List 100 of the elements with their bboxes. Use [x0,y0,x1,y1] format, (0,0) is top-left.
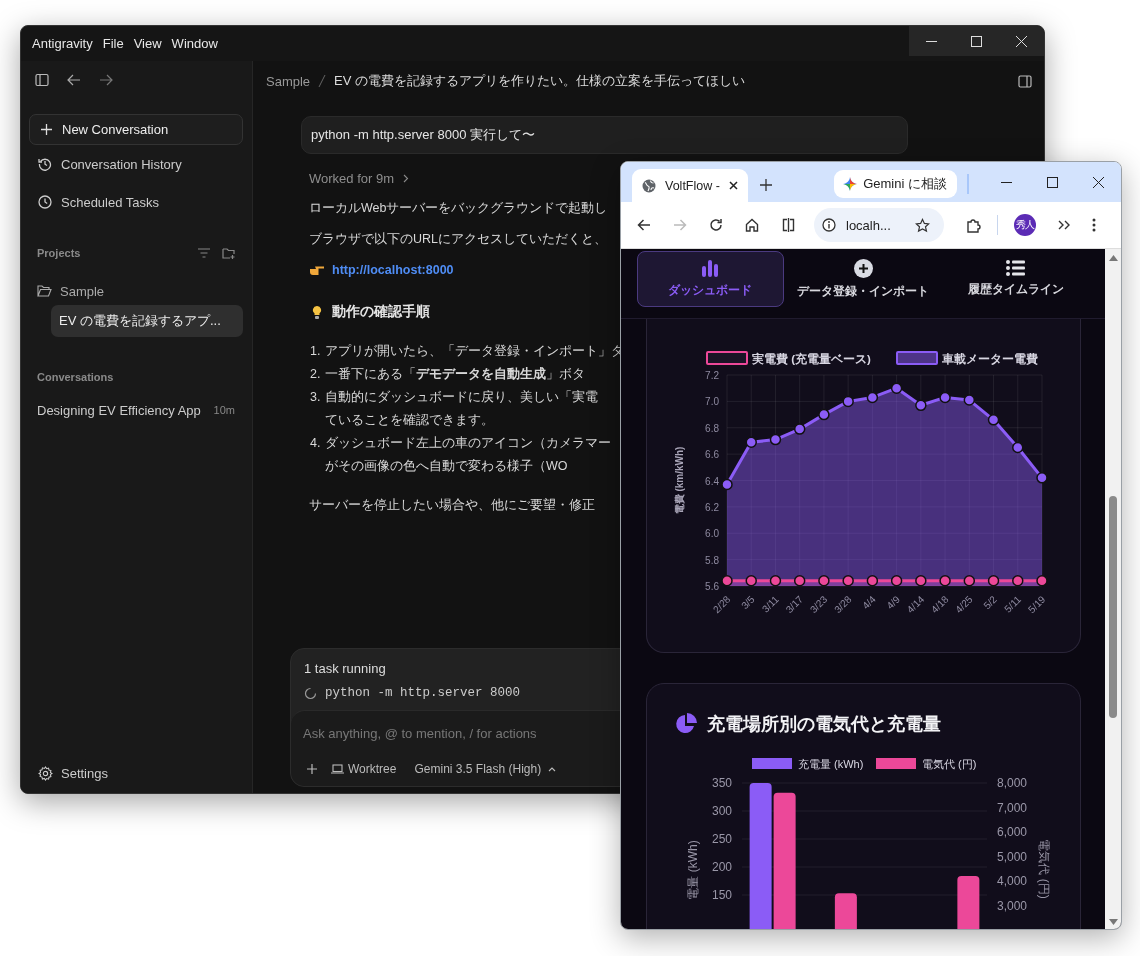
data-point [866,575,879,587]
breadcrumb-link[interactable]: Sample [266,73,311,89]
axis-tick-label: 7.0 [705,396,719,408]
paragraph: ローカルWebサーバーをバックグラウンドで起動し [309,200,608,217]
address-bar[interactable]: localh... [814,208,944,242]
section-heading: Projects [37,247,81,259]
axis-tick-label: 5/2 [981,593,999,612]
project-folder[interactable]: Sample [29,277,243,305]
open-folder-icon [37,285,52,297]
clock-icon [38,195,52,209]
worked-duration-toggle[interactable]: Worked for 9m [309,171,409,186]
nav-tab[interactable]: ダッシュボード [637,251,784,307]
nav-tab[interactable]: データ登録・インポート [789,251,937,307]
axis-tick-label: 300 [711,804,732,818]
back-arrow-icon[interactable] [67,73,81,87]
axis-tick-label: 3/5 [739,593,757,612]
data-point [1036,472,1048,484]
conversation-item[interactable]: Designing EV Efficiency App 10m [29,395,243,425]
back-icon[interactable] [637,218,651,232]
data-point [915,399,927,412]
user-message: python -m http.server 8000 実行して〜 [301,116,908,154]
menu-item[interactable]: File [102,26,124,61]
forward-arrow-icon[interactable] [99,73,113,87]
panel-toggle-icon[interactable] [1018,74,1032,88]
menu-item[interactable]: View [133,26,162,61]
chevron-right-icon [403,174,409,183]
axis-tick-label: 5.6 [705,581,719,592]
scroll-down-icon[interactable] [1108,919,1118,925]
axis-tick-label: 6,000 [997,825,1028,839]
data-point [866,391,879,404]
menu-item[interactable]: Antigravity [32,26,93,61]
legend-swatch[interactable] [876,758,916,769]
section-heading: 動作の確認手順 [332,303,430,321]
legend-label[interactable]: 車載メーター電費 [942,353,1038,365]
axis-tick-label: 8,000 [997,776,1028,790]
home-icon[interactable] [745,218,759,232]
axis-tick-label: 3/11 [759,593,781,615]
sparkle-icon [843,177,858,191]
message-input[interactable]: Ask anything, @ to mention, / for actions [303,726,568,741]
legend-label[interactable]: 電気代 (円) [922,758,977,770]
info-icon[interactable] [822,218,836,232]
nav-tab[interactable]: 履歴タイムライン [942,251,1089,307]
puzzle-piece-icon[interactable] [966,217,981,233]
localhost-link[interactable]: http://localhost:8000 [332,263,454,277]
axis-tick-label: 5.8 [705,554,719,566]
reload-icon[interactable] [709,218,723,232]
menu-item[interactable]: Window [171,26,218,61]
plus-icon [307,764,317,774]
bar [834,893,857,929]
data-point [939,391,951,404]
scrollbar-thumb[interactable] [1109,496,1117,718]
split-view-icon[interactable] [781,218,796,232]
axis-title: 電気代 (円) [1037,839,1051,899]
axis-tick-label: 4/25 [953,593,975,616]
legend-swatch[interactable] [896,351,938,365]
spinner-icon [304,686,317,700]
data-point [745,575,757,587]
axis-tick-label: 5/11 [1002,593,1024,615]
axis-tick-label: 4/18 [928,593,951,616]
axis-tick-label: 6.2 [705,501,719,513]
conversation-title: EV の電費を記録するアプリを作りたい。仕様の立案を手伝ってほしい [334,72,746,90]
data-point [793,575,806,587]
data-point [721,478,733,491]
profile-avatar[interactable]: 秀人 [1014,214,1036,236]
worktree-button[interactable]: Worktree [327,760,401,778]
sidebar-item[interactable]: Scheduled Tasks [29,183,243,221]
sidebar-toggle-icon[interactable] [35,73,49,87]
paragraph: サーバーを停止したい場合や、他にご要望・修正 [309,497,595,514]
legend-label[interactable]: 実電費 (充電量ベース) [752,353,871,365]
new-tab-icon[interactable] [760,179,772,191]
gemini-button[interactable]: Gemini に相談 [834,170,957,198]
browser-tab[interactable]: VoltFlow - [632,169,748,202]
list-item: 3. 自動的にダッシュボードに戻り、美しい「実電 ていることを確認できます。 [310,389,599,429]
close-icon [1016,35,1027,47]
axis-title: 電量 (kWh) [686,840,700,900]
legend-swatch[interactable] [752,758,792,769]
menu-icon[interactable] [1092,218,1096,232]
scroll-up-icon[interactable] [1108,255,1118,261]
legend-label[interactable]: 充電量 (kWh) [798,758,864,770]
axis-tick-label: 4,000 [997,874,1028,888]
sidebar-item[interactable]: Conversation History [29,145,243,183]
axis-tick-label: 3/23 [807,593,830,616]
bar-chart-icon [701,259,720,277]
data-point [721,575,733,587]
list-icon [1006,260,1026,276]
axis-tick-label: 5/19 [1025,593,1048,616]
double-chevron-icon[interactable] [1058,220,1070,230]
data-point [963,575,976,587]
new-folder-icon[interactable] [222,247,235,259]
paragraph: ブラウザで以下のURLにアクセスしていただくと、 [309,231,607,248]
close-tab-icon[interactable] [729,181,738,190]
settings-button[interactable]: Settings [29,766,243,781]
model-selector[interactable]: Gemini 3.5 Flash (High) [410,760,561,778]
legend-swatch[interactable] [706,351,748,365]
scrollbar[interactable] [1105,249,1121,929]
star-icon[interactable] [915,217,930,233]
new-conversation-button[interactable]: New Conversation [29,114,243,145]
list-item: 4. ダッシュボード左上の車のアイコン（カメラマー がその画像の色へ自動で変わる様子（WO [310,435,612,475]
data-point [769,575,782,587]
conversation-item[interactable]: EV の電費を記録するアプ... [51,305,243,337]
